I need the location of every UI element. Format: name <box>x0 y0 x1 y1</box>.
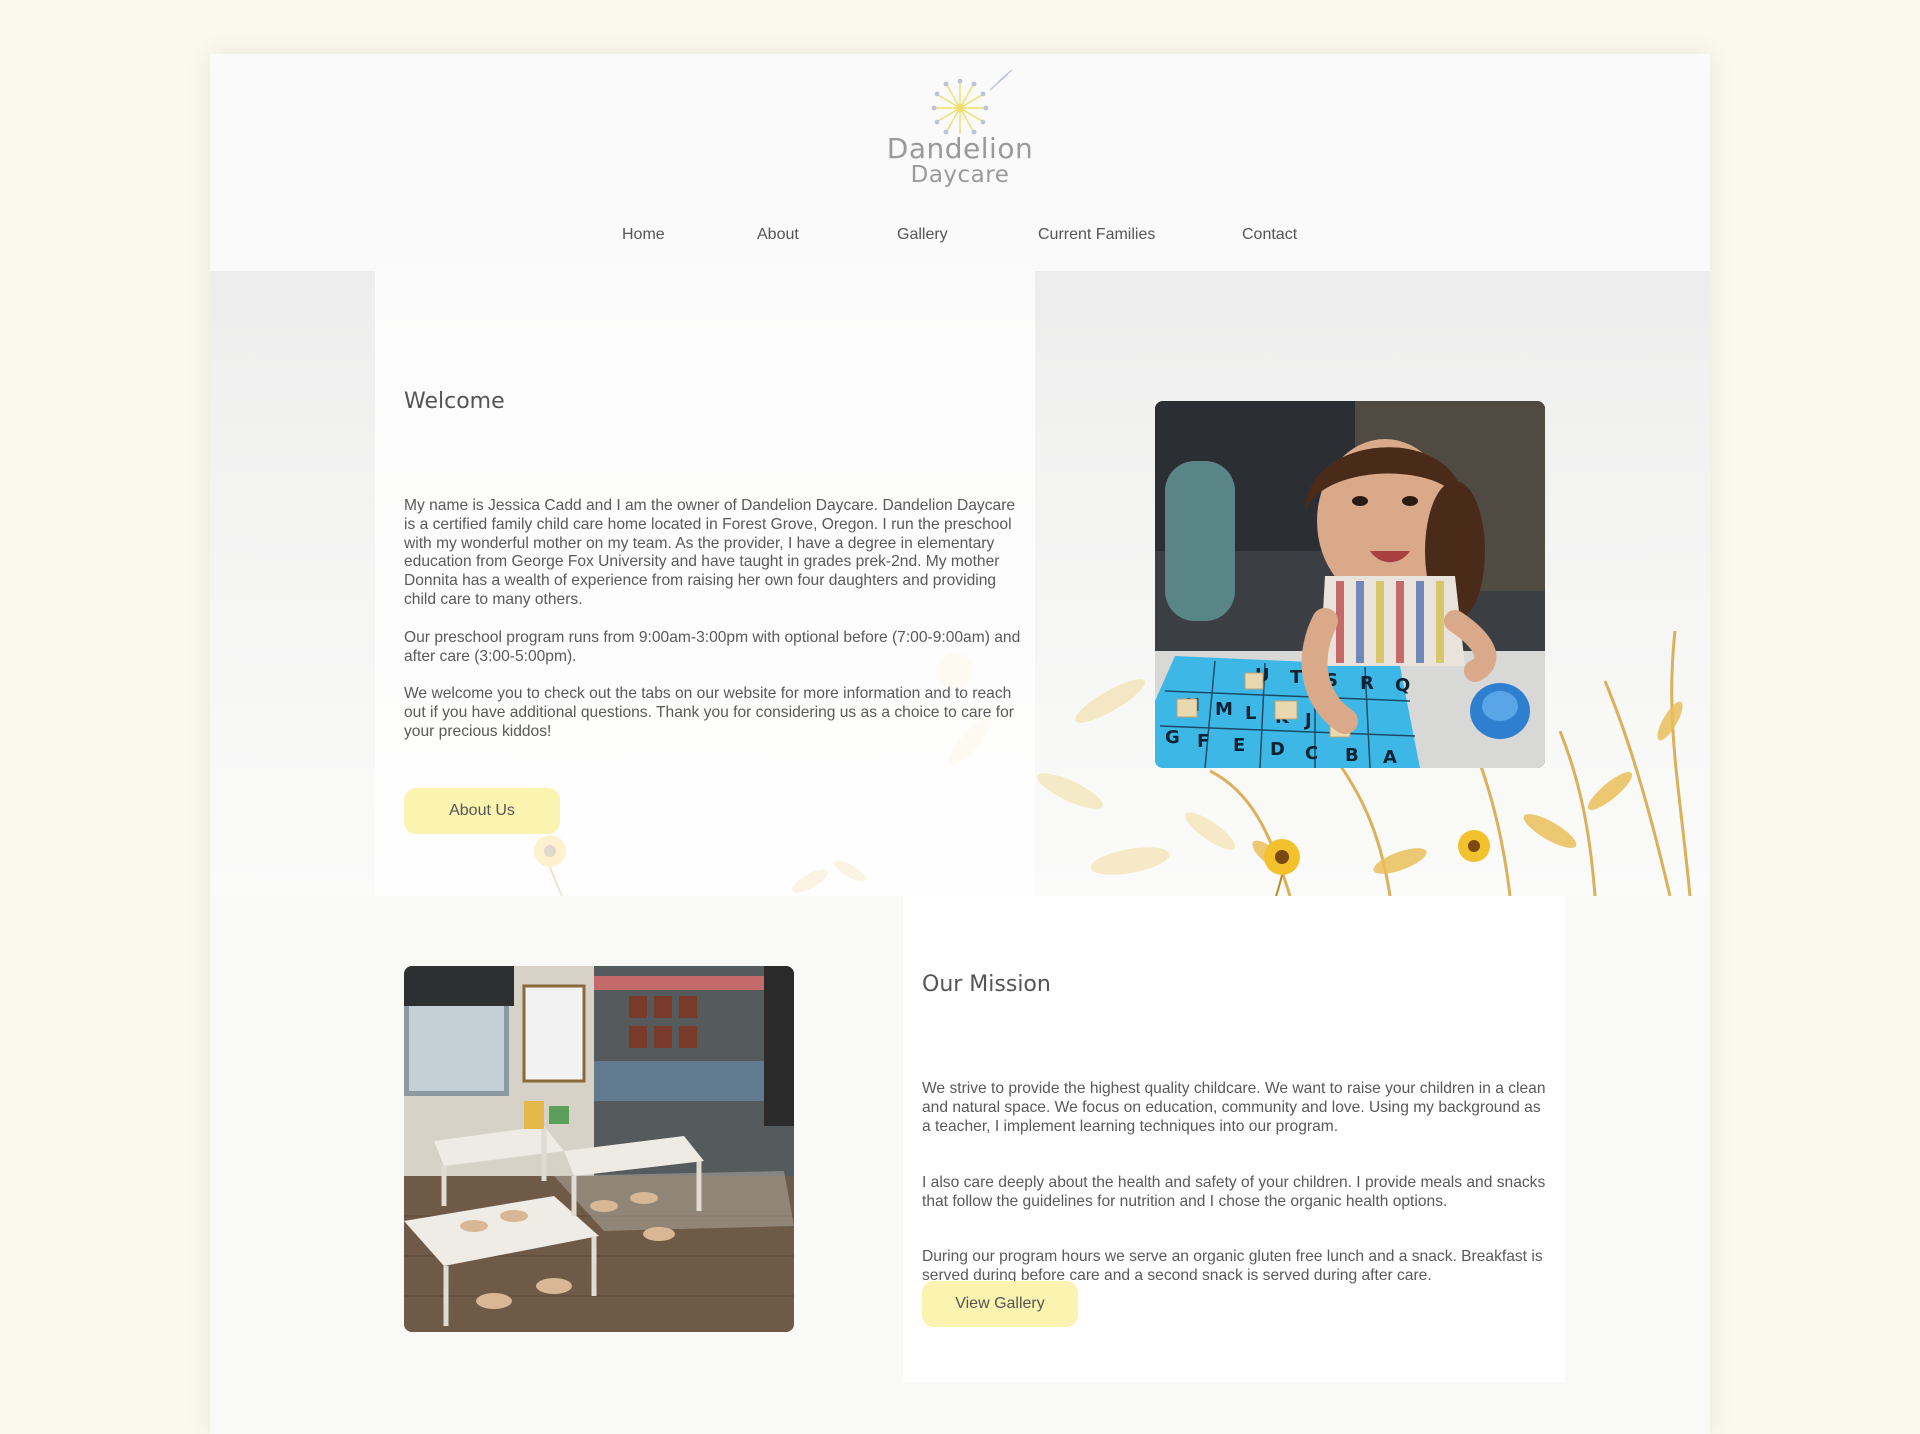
mission-paragraph-2: I also care deeply about the health and … <box>922 1174 1546 1210</box>
board-letter-e: E <box>1233 735 1245 756</box>
mission-paragraph-3: During our program hours we serve an org… <box>922 1248 1543 1284</box>
nav-about[interactable]: About <box>757 226 799 244</box>
main-nav: Home About Gallery Current Families Cont… <box>210 226 1710 256</box>
board-letter-r: R <box>1360 673 1374 694</box>
welcome-paragraph-3: We welcome you to check out the tabs on … <box>404 685 1014 740</box>
child-learning-photo: A B C D E F G J K L M N Q R S T U <box>1155 401 1545 768</box>
welcome-title: Welcome <box>404 389 505 414</box>
nav-home[interactable]: Home <box>622 226 665 244</box>
board-letter-a: A <box>1383 747 1397 768</box>
board-letter-b: B <box>1345 745 1359 766</box>
board-letter-l: L <box>1245 703 1256 724</box>
welcome-paragraph-1: My name is Jessica Cadd and I am the own… <box>404 497 1016 608</box>
welcome-section: Welcome My name is Jessica Cadd and I am… <box>210 271 1710 896</box>
logo-text-daycare: Daycare <box>910 162 1010 188</box>
logo[interactable]: Dandelion Daycare <box>880 68 1040 193</box>
view-gallery-button[interactable]: View Gallery <box>922 1281 1078 1327</box>
nav-contact[interactable]: Contact <box>1242 226 1297 244</box>
board-letter-t: T <box>1290 667 1303 688</box>
nav-gallery[interactable]: Gallery <box>897 226 948 244</box>
board-letter-j: J <box>1303 710 1312 731</box>
nav-current-families[interactable]: Current Families <box>1038 226 1155 244</box>
logo-text-dandelion: Dandelion <box>886 132 1034 165</box>
board-letter-f: F <box>1197 731 1209 752</box>
classroom-photo <box>404 966 794 1332</box>
board-letter-q: Q <box>1395 675 1410 696</box>
about-us-button[interactable]: About Us <box>404 788 560 834</box>
board-letter-m: M <box>1215 699 1233 720</box>
board-letter-g: G <box>1165 727 1180 748</box>
dandelion-icon <box>931 69 1013 135</box>
mission-paragraph-1: We strive to provide the highest quality… <box>922 1080 1546 1135</box>
welcome-paragraph-2: Our preschool program runs from 9:00am-3… <box>404 629 1021 665</box>
mission-title: Our Mission <box>922 972 1051 997</box>
board-letter-c: C <box>1305 743 1318 764</box>
site-header: Dandelion Daycare Home About Gallery Cur… <box>210 54 1710 271</box>
board-letter-d: D <box>1270 739 1285 760</box>
page: Dandelion Daycare Home About Gallery Cur… <box>210 54 1710 1434</box>
